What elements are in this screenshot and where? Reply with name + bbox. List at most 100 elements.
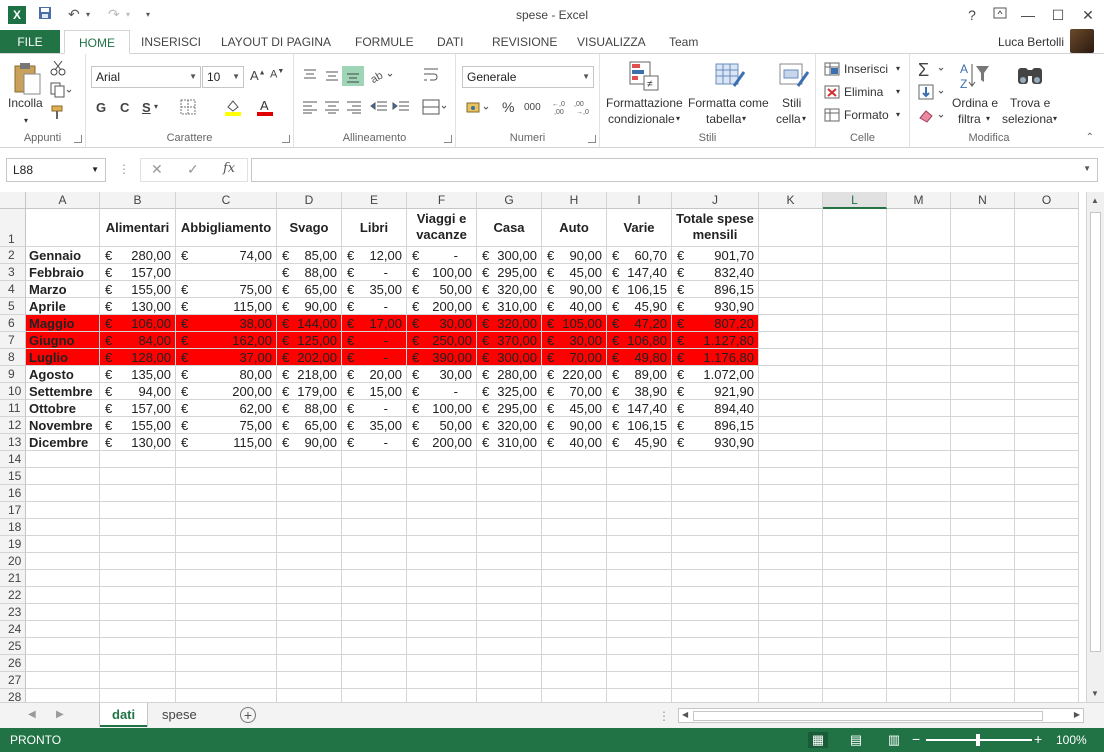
- cell[interactable]: [1015, 332, 1079, 349]
- cell[interactable]: [1015, 434, 1079, 451]
- cell[interactable]: [477, 502, 542, 519]
- row-header[interactable]: 6: [0, 315, 26, 332]
- cell[interactable]: [951, 281, 1015, 298]
- cell[interactable]: €100,00: [407, 400, 477, 417]
- cell[interactable]: [26, 451, 100, 468]
- cell[interactable]: €202,00: [277, 349, 342, 366]
- cell[interactable]: [26, 621, 100, 638]
- row-header[interactable]: 27: [0, 672, 26, 689]
- cell[interactable]: [1015, 383, 1079, 400]
- cell[interactable]: € -: [407, 247, 477, 264]
- cell[interactable]: € -: [342, 349, 407, 366]
- cell[interactable]: €320,00: [477, 417, 542, 434]
- cell[interactable]: [887, 349, 951, 366]
- cell[interactable]: [759, 264, 823, 281]
- cell[interactable]: €310,00: [477, 434, 542, 451]
- accounting-format-icon[interactable]: [466, 100, 494, 119]
- cell[interactable]: [759, 536, 823, 553]
- cell[interactable]: [607, 604, 672, 621]
- cell[interactable]: [951, 209, 1015, 247]
- cell[interactable]: [1015, 349, 1079, 366]
- cell[interactable]: [176, 570, 277, 587]
- cell[interactable]: [823, 247, 887, 264]
- cell[interactable]: [477, 553, 542, 570]
- cell[interactable]: [176, 672, 277, 689]
- collapse-ribbon-icon[interactable]: ⌃: [1086, 132, 1094, 143]
- zoom-out-button[interactable]: −: [912, 731, 920, 747]
- sheet-tab-dati[interactable]: dati: [100, 703, 148, 727]
- cell[interactable]: €115,00: [176, 434, 277, 451]
- cell[interactable]: [951, 298, 1015, 315]
- cell[interactable]: [759, 621, 823, 638]
- cell[interactable]: €12,00: [342, 247, 407, 264]
- cell[interactable]: [951, 553, 1015, 570]
- vertical-scrollbar[interactable]: ▲ ▼: [1086, 192, 1104, 702]
- cell[interactable]: [1015, 468, 1079, 485]
- cell[interactable]: [477, 689, 542, 702]
- horizontal-scrollbar[interactable]: ◀ ▶: [678, 708, 1084, 723]
- cell[interactable]: [887, 247, 951, 264]
- paste-icon[interactable]: [12, 62, 44, 95]
- cell[interactable]: [100, 536, 176, 553]
- cell[interactable]: [407, 672, 477, 689]
- cell[interactable]: [176, 621, 277, 638]
- cell[interactable]: [1015, 519, 1079, 536]
- new-sheet-button[interactable]: +: [240, 707, 256, 723]
- cell[interactable]: [100, 451, 176, 468]
- cell[interactable]: [759, 604, 823, 621]
- cell[interactable]: [887, 604, 951, 621]
- cell[interactable]: Novembre: [26, 417, 100, 434]
- cell[interactable]: [951, 587, 1015, 604]
- cell[interactable]: [176, 587, 277, 604]
- cell[interactable]: [823, 451, 887, 468]
- font-size-select[interactable]: 10 ▼: [202, 66, 244, 88]
- cell[interactable]: €280,00: [477, 366, 542, 383]
- cell[interactable]: [759, 502, 823, 519]
- chevron-down-icon[interactable]: ▾: [742, 114, 746, 123]
- row-header[interactable]: 15: [0, 468, 26, 485]
- maximize-button[interactable]: ☐: [1048, 6, 1068, 24]
- cell[interactable]: [342, 553, 407, 570]
- cell[interactable]: [759, 349, 823, 366]
- cell[interactable]: Aprile: [26, 298, 100, 315]
- cell[interactable]: €65,00: [277, 281, 342, 298]
- conditional-formatting-line2[interactable]: condizionale: [608, 112, 675, 126]
- cell[interactable]: [542, 519, 607, 536]
- cell[interactable]: [823, 502, 887, 519]
- cell[interactable]: €62,00: [176, 400, 277, 417]
- cell[interactable]: [477, 536, 542, 553]
- cell[interactable]: [1015, 247, 1079, 264]
- cell[interactable]: [26, 553, 100, 570]
- avatar[interactable]: [1070, 29, 1094, 53]
- cell[interactable]: [100, 570, 176, 587]
- cell[interactable]: €35,00: [342, 281, 407, 298]
- cell[interactable]: € -: [342, 434, 407, 451]
- cell[interactable]: €250,00: [407, 332, 477, 349]
- cell[interactable]: [1015, 570, 1079, 587]
- cell[interactable]: €35,00: [342, 417, 407, 434]
- fill-icon[interactable]: [918, 84, 948, 103]
- cell[interactable]: Dicembre: [26, 434, 100, 451]
- cell[interactable]: [823, 672, 887, 689]
- cell[interactable]: [607, 485, 672, 502]
- cell[interactable]: [342, 655, 407, 672]
- cell[interactable]: Giugno: [26, 332, 100, 349]
- delete-cells-icon[interactable]: [824, 85, 840, 102]
- cell[interactable]: [1015, 604, 1079, 621]
- scroll-right-icon[interactable]: ▶: [1074, 710, 1080, 719]
- cell[interactable]: [759, 689, 823, 702]
- cell[interactable]: €49,80: [607, 349, 672, 366]
- cell[interactable]: €50,00: [407, 281, 477, 298]
- cell[interactable]: €20,00: [342, 366, 407, 383]
- cell[interactable]: [26, 672, 100, 689]
- cell[interactable]: [407, 451, 477, 468]
- row-header[interactable]: 8: [0, 349, 26, 366]
- cell[interactable]: €901,70: [672, 247, 759, 264]
- merge-center-icon[interactable]: [422, 98, 448, 119]
- row-header[interactable]: 9: [0, 366, 26, 383]
- cell[interactable]: Luglio: [26, 349, 100, 366]
- cell-styles-line1[interactable]: Stili: [782, 96, 801, 110]
- cell[interactable]: [277, 638, 342, 655]
- cell[interactable]: [607, 502, 672, 519]
- cell[interactable]: €37,00: [176, 349, 277, 366]
